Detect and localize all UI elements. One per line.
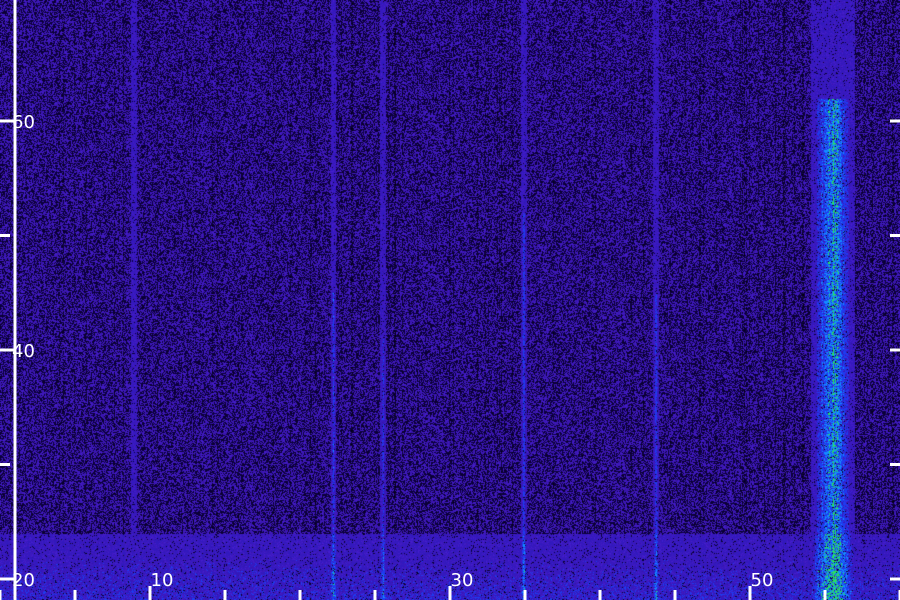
y-tick-label: 60 [12,112,35,133]
x-tick-label: 30 [451,570,474,591]
spectrogram-plot: 20 40 60 10 30 50 [0,0,900,600]
axes-overlay: 20 40 60 10 30 50 [0,0,900,600]
y-tick-label: 20 [12,570,35,591]
x-tick-label: 10 [151,570,174,591]
y-tick-label: 40 [12,341,35,362]
x-tick-label: 50 [751,570,774,591]
